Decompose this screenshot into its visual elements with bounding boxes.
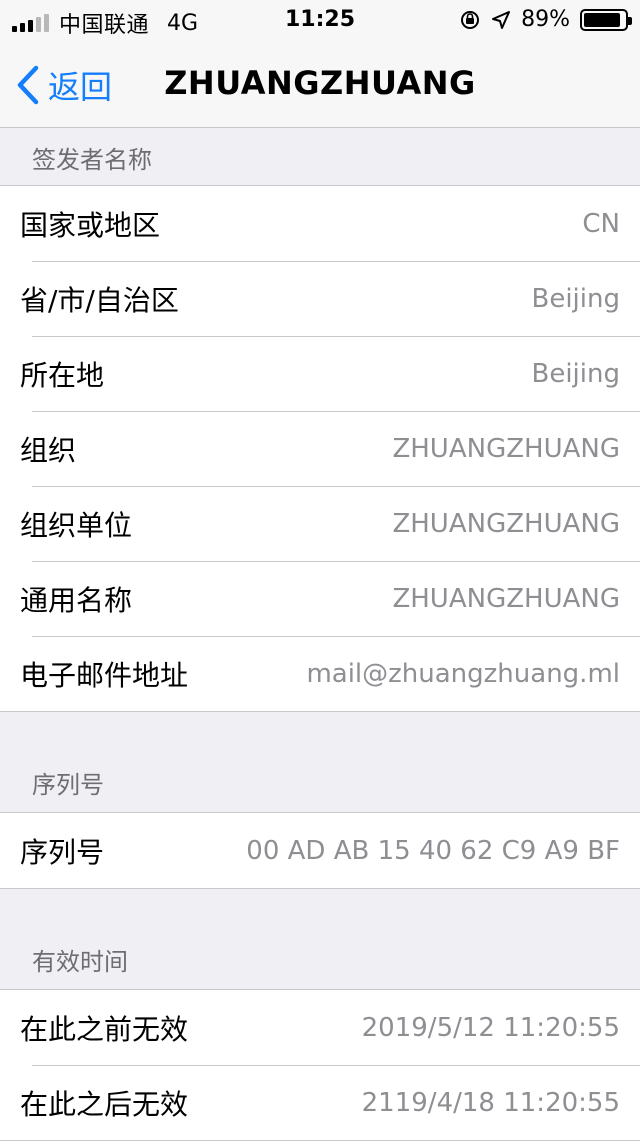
row-label: 组织 [20,433,77,467]
row-locality: 所在地 Beijing [0,336,640,411]
status-right: 89% [459,7,632,32]
row-value: Beijing [531,283,621,314]
row-email: 电子邮件地址 mail@zhuangzhuang.ml [0,636,640,711]
row-province: 省/市/自治区 Beijing [0,261,640,336]
row-value: CN [582,208,620,239]
section-header-issuer: 签发者名称 [32,145,152,174]
navigation-bar: 返回 ZHUANGZHUANG [0,40,640,128]
row-organizational-unit: 组织单位 ZHUANGZHUANG [0,486,640,561]
row-label: 序列号 [20,835,105,869]
section-header-validity: 有效时间 [32,948,128,976]
battery-fill [584,12,620,27]
validity-group: 在此之前无效 2019/5/12 11:20:55 在此之后无效 2119/4/… [0,989,640,1141]
row-value: 2119/4/18 11:20:55 [361,1087,620,1118]
row-label: 组织单位 [20,508,133,542]
row-label: 国家或地区 [20,208,161,242]
row-common-name: 通用名称 ZHUANGZHUANG [0,561,640,636]
page-title: ZHUANGZHUANG [164,64,476,102]
issuer-group: 国家或地区 CN 省/市/自治区 Beijing 所在地 Beijing 组织 … [0,185,640,712]
row-not-valid-after: 在此之后无效 2119/4/18 11:20:55 [0,1065,640,1140]
row-value: ZHUANGZHUANG [392,583,620,614]
orientation-lock-icon [461,10,480,29]
row-serial-number: 序列号 00 AD AB 15 40 62 C9 A9 BF [0,813,640,888]
row-label: 在此之前无效 [20,1012,189,1046]
serial-group: 序列号 00 AD AB 15 40 62 C9 A9 BF [0,812,640,889]
row-label: 在此之后无效 [20,1087,189,1121]
battery-icon [580,8,632,31]
row-not-valid-before: 在此之前无效 2019/5/12 11:20:55 [0,990,640,1065]
row-label: 电子邮件地址 [20,658,189,692]
row-value: ZHUANGZHUANG [392,508,620,539]
row-label: 通用名称 [20,583,133,617]
row-value: mail@zhuangzhuang.ml [306,658,620,689]
row-value: Beijing [531,358,621,389]
certificate-details: 签发者名称 国家或地区 CN 省/市/自治区 Beijing 所在地 Beiji… [0,129,640,1141]
row-value: 2019/5/12 11:20:55 [361,1012,620,1043]
row-label: 所在地 [20,358,105,392]
row-label: 省/市/自治区 [20,283,179,317]
row-country: 国家或地区 CN [0,186,640,261]
battery-percentage: 89% [521,7,570,32]
row-value: 00 AD AB 15 40 62 C9 A9 BF [246,835,620,866]
row-value: ZHUANGZHUANG [392,433,620,464]
location-arrow-icon [492,10,511,29]
row-organization: 组织 ZHUANGZHUANG [0,411,640,486]
status-bar: 中国联通 4G 11:25 89% [0,0,640,40]
section-header-serial: 序列号 [32,771,104,799]
